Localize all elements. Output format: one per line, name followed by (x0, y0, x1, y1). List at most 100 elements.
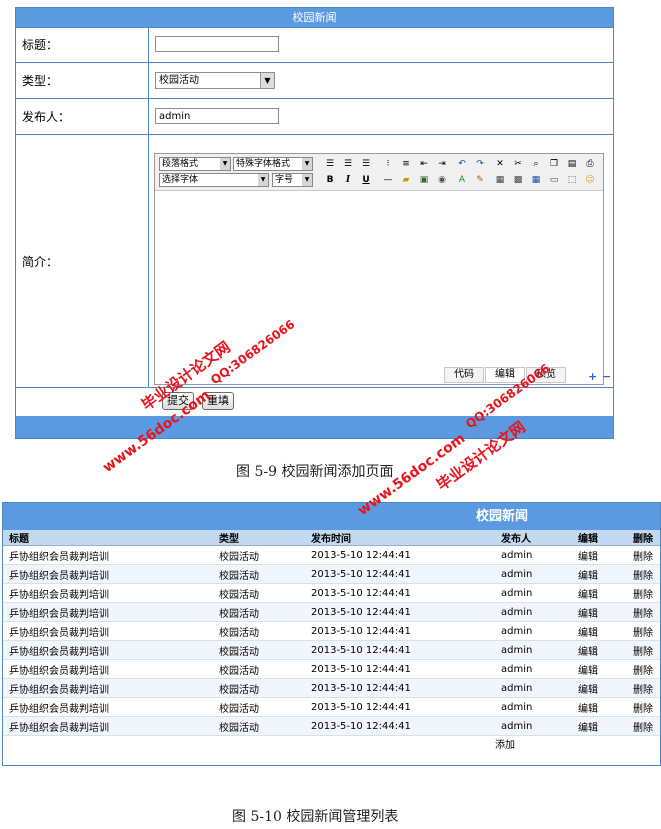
cell-time: 2013-5-10 12:44:41 (305, 564, 495, 584)
edit-link[interactable]: 编辑 (572, 564, 627, 584)
delete-link[interactable]: 删除 (627, 716, 660, 736)
text-color-icon[interactable]: A (455, 173, 469, 187)
cell-author: admin (495, 583, 572, 603)
delete-link[interactable]: 删除 (627, 545, 660, 565)
open-folder-icon[interactable]: ▰ (399, 173, 413, 187)
cell-title: 乒协组织会员裁判培训 (3, 564, 213, 584)
plus-icon[interactable]: + (588, 371, 598, 382)
add-news-link[interactable]: 添加 (495, 740, 515, 751)
table-row: 乒协组织会员裁判培训 校园活动 2013-5-10 12:44:41 admin 编辑删… (3, 545, 660, 565)
edit-link[interactable]: 编辑 (572, 697, 627, 717)
special-char-icon[interactable]: ▦ (493, 173, 507, 187)
emoticon-icon[interactable]: ☺ (583, 173, 597, 187)
list-footer: 添加 (3, 736, 660, 756)
remove-format-icon[interactable]: ✕ (493, 157, 507, 171)
type-select-value: 校园活动 (159, 75, 199, 86)
intro-label: 简介： (16, 135, 149, 387)
cell-title: 乒协组织会员裁判培训 (3, 678, 213, 698)
table-row: 乒协组织会员裁判培训 校园活动 2013-5-10 12:44:41 admin 编辑删… (3, 564, 660, 584)
paste-icon[interactable]: ▤ (565, 157, 579, 171)
paragraph-format-select[interactable]: 段落格式 ▼ (159, 157, 231, 171)
table-row: 乒协组织会员裁判培训 校园活动 2013-5-10 12:44:41 admin 编辑删… (3, 716, 660, 736)
edit-link[interactable]: 编辑 (572, 545, 627, 565)
edit-link[interactable]: 编辑 (572, 583, 627, 603)
cell-author: admin (495, 640, 572, 660)
edit-link[interactable]: 编辑 (572, 678, 627, 698)
cell-type: 校园活动 (213, 716, 305, 736)
edit-link[interactable]: 编辑 (572, 640, 627, 660)
chevron-down-icon: ▼ (220, 158, 230, 170)
font-select[interactable]: 选择字体 ▼ (159, 173, 269, 187)
table-row: 乒协组织会员裁判培训 校园活动 2013-5-10 12:44:41 admin 编辑删… (3, 678, 660, 698)
edit-link[interactable]: 编辑 (572, 602, 627, 622)
cut-icon[interactable]: ✂ (511, 157, 525, 171)
chevron-down-icon: ▼ (302, 174, 312, 186)
highlight-icon[interactable]: ✎ (473, 173, 487, 187)
cell-title: 乒协组织会员裁判培训 (3, 716, 213, 736)
form-icon[interactable]: ▭ (547, 173, 561, 187)
italic-icon[interactable]: I (341, 173, 355, 187)
cell-type: 校园活动 (213, 602, 305, 622)
author-input[interactable] (155, 108, 279, 124)
minus-icon[interactable]: − (602, 371, 612, 382)
cell-title: 乒协组织会员裁判培训 (3, 583, 213, 603)
outdent-icon[interactable]: ⇤ (417, 157, 431, 171)
col-delete: 删除 (627, 530, 660, 546)
special-font-select[interactable]: 特殊字体格式 ▼ (233, 157, 313, 171)
align-right-icon[interactable]: ☰ (359, 157, 373, 171)
delete-link[interactable]: 删除 (627, 659, 660, 679)
delete-link[interactable]: 删除 (627, 602, 660, 622)
align-center-icon[interactable]: ☰ (341, 157, 355, 171)
paragraph-format-value: 段落格式 (162, 159, 199, 169)
numbered-list-icon[interactable]: ≡ (399, 157, 413, 171)
cell-type: 校园活动 (213, 678, 305, 698)
delete-link[interactable]: 删除 (627, 621, 660, 641)
undo-icon[interactable]: ↶ (455, 157, 469, 171)
title-input[interactable] (155, 36, 279, 52)
horizontal-rule-icon[interactable]: — (381, 173, 395, 187)
cell-author: admin (495, 678, 572, 698)
delete-link[interactable]: 删除 (627, 640, 660, 660)
cell-author: admin (495, 602, 572, 622)
edit-link[interactable]: 编辑 (572, 716, 627, 736)
align-left-icon[interactable]: ☰ (323, 157, 337, 171)
table-icon[interactable]: ▦ (529, 173, 543, 187)
cell-time: 2013-5-10 12:44:41 (305, 640, 495, 660)
cell-type: 校园活动 (213, 659, 305, 679)
font-size-select[interactable]: 字号 ▼ (272, 173, 313, 187)
list-title: 校园新闻 (3, 503, 660, 530)
cell-type: 校园活动 (213, 640, 305, 660)
bullet-list-icon[interactable]: ⁝ (381, 157, 395, 171)
image-icon[interactable]: ▣ (417, 173, 431, 187)
underline-icon[interactable]: U (359, 173, 373, 187)
delete-link[interactable]: 删除 (627, 678, 660, 698)
find-icon[interactable]: ⌕ (529, 157, 543, 171)
media-icon[interactable]: ◉ (435, 173, 449, 187)
row-type: 类型： 校园活动 ▼ (16, 63, 613, 99)
copy-icon[interactable]: ❐ (547, 157, 561, 171)
figure-caption: 图 5-9 校园新闻添加页面 (236, 464, 394, 480)
cell-time: 2013-5-10 12:44:41 (305, 697, 495, 717)
delete-link[interactable]: 删除 (627, 564, 660, 584)
cell-title: 乒协组织会员裁判培训 (3, 545, 213, 565)
chevron-down-icon: ▼ (258, 174, 268, 186)
bold-icon[interactable]: B (323, 173, 337, 187)
page-icon[interactable]: ⬚ (565, 173, 579, 187)
indent-icon[interactable]: ⇥ (435, 157, 449, 171)
row-author: 发布人： (16, 99, 613, 135)
col-type: 类型 (213, 530, 305, 546)
web-icon[interactable]: ▩ (511, 173, 525, 187)
delete-link[interactable]: 删除 (627, 583, 660, 603)
redo-icon[interactable]: ↷ (473, 157, 487, 171)
editor-toolbar: 段落格式 ▼ 特殊字体格式 ▼ 选择字体 ▼ 字号 ▼ ☰ ☰ ☰ ⁝ ≡ ⇤ … (155, 154, 603, 191)
type-label: 类型： (16, 63, 149, 98)
cell-time: 2013-5-10 12:44:41 (305, 583, 495, 603)
tab-code[interactable]: 代码 (444, 367, 484, 383)
delete-link[interactable]: 删除 (627, 697, 660, 717)
edit-link[interactable]: 编辑 (572, 659, 627, 679)
form-title: 校园新闻 (16, 8, 613, 28)
cell-time: 2013-5-10 12:44:41 (305, 678, 495, 698)
edit-link[interactable]: 编辑 (572, 621, 627, 641)
type-select[interactable]: 校园活动 ▼ (155, 72, 275, 89)
print-icon[interactable]: ⎙ (583, 157, 597, 171)
